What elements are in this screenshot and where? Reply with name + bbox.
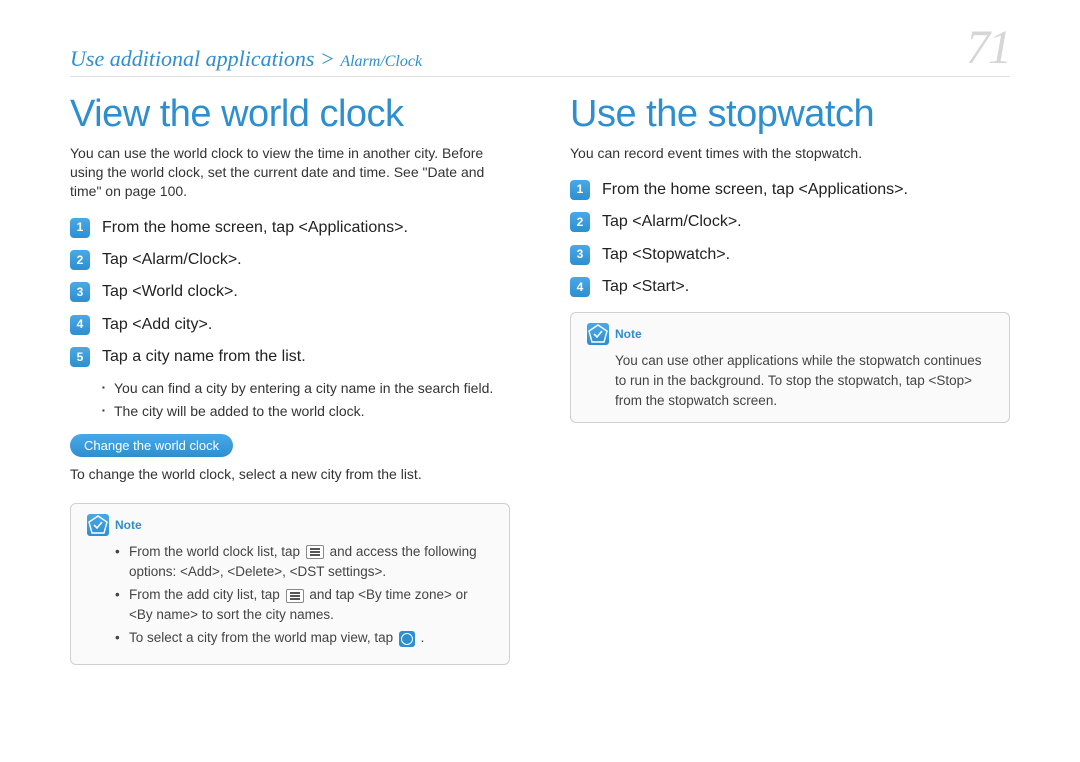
step-item: 4 Tap <Start>. xyxy=(570,276,1010,298)
note-body: From the world clock list, tap and acces… xyxy=(115,542,493,648)
step-number-badge: 3 xyxy=(570,245,590,265)
sub-bullet: The city will be added to the world cloc… xyxy=(102,402,510,421)
menu-icon xyxy=(306,545,324,559)
step-item: 5 Tap a city name from the list. xyxy=(70,346,510,368)
note-item: From the add city list, tap and tap <By … xyxy=(115,585,493,624)
step-item: 2 Tap <Alarm/Clock>. xyxy=(70,249,510,271)
step-number-badge: 4 xyxy=(70,315,90,335)
note-icon xyxy=(587,323,609,345)
step-item: 1 From the home screen, tap <Applications… xyxy=(570,179,1010,201)
globe-icon xyxy=(399,631,415,647)
step-item: 3 Tap <Stopwatch>. xyxy=(570,244,1010,266)
section-title-world-clock: View the world clock xyxy=(70,93,510,136)
step-number-badge: 3 xyxy=(70,282,90,302)
note-header: Note xyxy=(587,323,993,345)
note-box-stopwatch: Note You can use other applications whil… xyxy=(570,312,1010,423)
steps-stopwatch: 1 From the home screen, tap <Applications… xyxy=(570,179,1010,299)
pill-description: To change the world clock, select a new … xyxy=(70,465,510,485)
breadcrumb-sub: Alarm/Clock xyxy=(340,53,422,70)
note-label: Note xyxy=(115,518,142,532)
note-item: From the world clock list, tap and acces… xyxy=(115,542,493,581)
step-text: From the home screen, tap <Applications>… xyxy=(602,179,1010,201)
section-title-stopwatch: Use the stopwatch xyxy=(570,93,1010,136)
breadcrumb-main: Use additional applications xyxy=(70,46,314,71)
step-text: Tap <Add city>. xyxy=(102,314,510,336)
note-label: Note xyxy=(615,327,642,341)
sub-bullet: You can find a city by entering a city n… xyxy=(102,379,510,398)
breadcrumb-sep: > xyxy=(314,46,340,71)
manual-page: Use additional applications > Alarm/Cloc… xyxy=(0,0,1080,685)
intro-stopwatch: You can record event times with the stop… xyxy=(570,144,1010,163)
step-text: Tap <Alarm/Clock>. xyxy=(102,249,510,271)
step-text: Tap <Alarm/Clock>. xyxy=(602,211,1010,233)
step-text: Tap <World clock>. xyxy=(102,281,510,303)
pill-change-world-clock: Change the world clock xyxy=(70,434,233,457)
note-header: Note xyxy=(87,514,493,536)
breadcrumb: Use additional applications > Alarm/Cloc… xyxy=(70,46,422,72)
step-number-badge: 2 xyxy=(570,212,590,232)
step-item: 1 From the home screen, tap <Applications… xyxy=(70,217,510,239)
step-item: 2 Tap <Alarm/Clock>. xyxy=(570,211,1010,233)
page-number: 71 xyxy=(966,24,1010,72)
step-number-badge: 2 xyxy=(70,250,90,270)
note-list: From the world clock list, tap and acces… xyxy=(115,542,493,648)
step-text: Tap <Start>. xyxy=(602,276,1010,298)
step-text: Tap <Stopwatch>. xyxy=(602,244,1010,266)
note-body: You can use other applications while the… xyxy=(615,351,993,410)
sub-bullets-world-clock: You can find a city by entering a city n… xyxy=(102,379,510,421)
menu-icon xyxy=(286,589,304,603)
left-column: View the world clock You can use the wor… xyxy=(70,93,510,665)
step-item: 3 Tap <World clock>. xyxy=(70,281,510,303)
content-columns: View the world clock You can use the wor… xyxy=(70,93,1010,665)
step-text: Tap a city name from the list. xyxy=(102,346,510,368)
step-number-badge: 5 xyxy=(70,347,90,367)
step-item: 4 Tap <Add city>. xyxy=(70,314,510,336)
right-column: Use the stopwatch You can record event t… xyxy=(570,93,1010,665)
step-number-badge: 4 xyxy=(570,277,590,297)
step-number-badge: 1 xyxy=(70,218,90,238)
note-box-world-clock: Note From the world clock list, tap and … xyxy=(70,503,510,665)
step-text: From the home screen, tap <Applications>… xyxy=(102,217,510,239)
note-icon xyxy=(87,514,109,536)
steps-world-clock: 1 From the home screen, tap <Applications… xyxy=(70,217,510,369)
note-item: To select a city from the world map view… xyxy=(115,628,493,648)
page-header: Use additional applications > Alarm/Cloc… xyxy=(70,24,1010,77)
intro-world-clock: You can use the world clock to view the … xyxy=(70,144,510,201)
step-number-badge: 1 xyxy=(570,180,590,200)
